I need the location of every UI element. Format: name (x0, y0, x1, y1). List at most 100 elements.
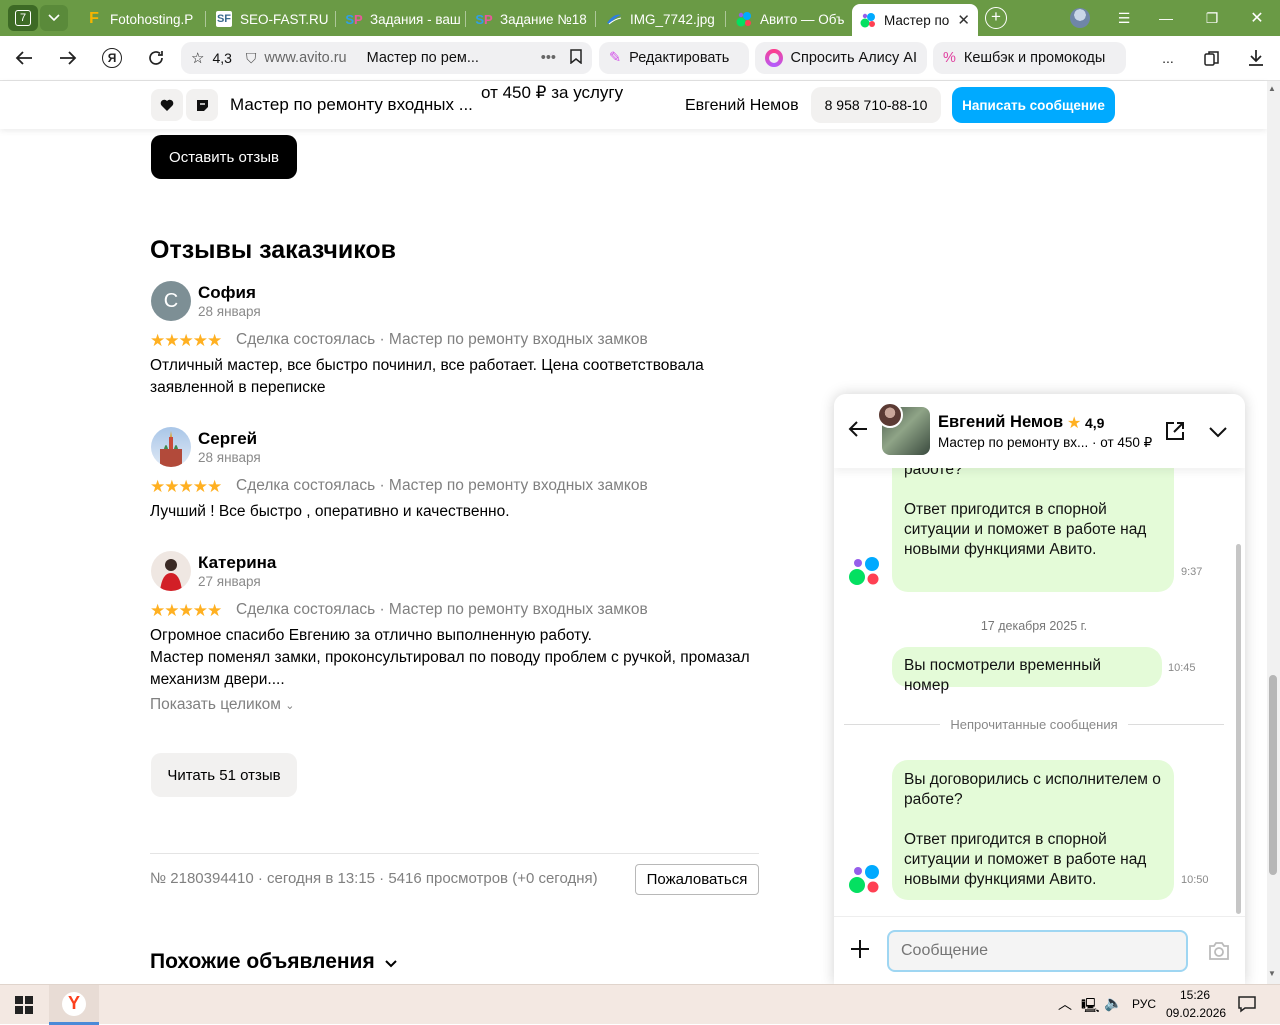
chat-back-icon[interactable] (848, 420, 872, 444)
tab-count-button[interactable]: 7 (8, 5, 38, 31)
forward-icon[interactable] (54, 44, 82, 72)
chat-seller-name[interactable]: Евгений Немов (938, 413, 1063, 432)
review-text: Лучший ! Все быстро , оперативно и качес… (150, 503, 510, 520)
more-dots-icon[interactable]: ••• (541, 50, 556, 66)
new-tab-button[interactable]: + (985, 7, 1007, 29)
message-time: 10:50 (1181, 874, 1209, 886)
page-scrollbar-thumb[interactable] (1269, 675, 1277, 875)
menu-icon[interactable]: ☰ (1112, 6, 1136, 30)
percent-icon: % (943, 50, 956, 66)
volume-icon[interactable]: 🔈 (1104, 994, 1123, 1012)
tab-list-button[interactable] (40, 5, 68, 31)
tab-fotohosting[interactable]: F Fotohosting.P (78, 6, 202, 32)
tab-master-active[interactable]: Мастер по ✕ (852, 4, 978, 36)
tab-zadaniya[interactable]: SP Задания - ваш (338, 6, 462, 32)
tab-img-7742[interactable]: IMG_7742.jpg (598, 6, 722, 32)
collections-icon[interactable] (1198, 44, 1226, 72)
avito-logo-icon (849, 557, 879, 585)
site-rating: 4,3 (212, 50, 232, 66)
language-indicator[interactable]: РУС (1132, 997, 1156, 1011)
sticky-listing-header: Мастер по ремонту входных ... от 450 ₽ з… (0, 81, 1267, 129)
chat-input-area (834, 916, 1245, 984)
write-message-button[interactable]: Написать сообщение (952, 87, 1115, 123)
ask-alice-button[interactable]: Спросить Алису AI (755, 42, 927, 74)
chat-listing-subtitle[interactable]: Мастер по ремонту вх... (938, 435, 1088, 450)
rating-stars: ★★★★★ (150, 477, 222, 496)
download-icon[interactable] (1242, 44, 1270, 72)
show-full-link[interactable]: Показать целиком ⌄ (150, 696, 294, 714)
alice-icon (765, 49, 783, 67)
review-meta: Сделка состоялась · Мастер по ремонту вх… (236, 477, 648, 494)
notifications-icon[interactable] (1238, 995, 1256, 1013)
scroll-down-arrow[interactable]: ▼ (1268, 969, 1276, 978)
bookmark-icon[interactable] (570, 48, 582, 68)
reviews-title: Отзывы заказчиков (150, 236, 397, 264)
rating-stars: ★★★★★ (150, 331, 222, 350)
close-window-icon[interactable]: ✕ (1245, 6, 1269, 30)
message-input[interactable] (887, 930, 1188, 972)
tab-zadanie-18[interactable]: SP Задание №18 (468, 6, 592, 32)
unread-label: Непрочитанные сообщения (834, 716, 1234, 734)
restore-icon[interactable]: ❐ (1200, 6, 1224, 30)
address-bar[interactable]: ☆ 4,3 ⛉ www.avito.ru Мастер по рем... ••… (181, 42, 592, 74)
close-tab-icon[interactable]: ✕ (957, 11, 970, 29)
divider (150, 853, 759, 854)
browser-tab-strip: 7 F Fotohosting.P SF SEO-FAST.RU SP Зада… (0, 0, 1280, 36)
windows-start-icon[interactable] (15, 996, 33, 1014)
attach-plus-icon[interactable] (850, 939, 870, 959)
chat-seller-rating: 4,9 (1085, 415, 1105, 431)
sticky-title: Мастер по ремонту входных ... (230, 95, 473, 114)
show-phone-button[interactable]: 8 958 710-88-10 (811, 87, 941, 123)
network-icon[interactable]: 🖳 (1081, 995, 1100, 1019)
clock-date[interactable]: 09.02.2026 (1166, 1006, 1226, 1020)
leave-review-button[interactable]: Оставить отзыв (151, 135, 297, 179)
scroll-up-arrow[interactable]: ▲ (1268, 84, 1276, 93)
yandex-browser-icon: Y (62, 991, 86, 1016)
more-extensions-button[interactable]: ... (1154, 44, 1182, 72)
review-text: Огромное спасибо Евгению за отлично выпо… (150, 627, 592, 644)
system-message: Вы договорились с исполнителем о работе?… (892, 441, 1174, 592)
seofast-favicon: SF (216, 11, 232, 27)
review-meta: Сделка состоялась · Мастер по ремонту вх… (236, 601, 648, 618)
cashback-button[interactable]: % Кешбэк и промокоды (933, 42, 1126, 74)
system-message: Вы договорились с исполнителем о работе?… (892, 760, 1174, 900)
read-all-reviews-button[interactable]: Читать 51 отзыв (151, 753, 297, 797)
report-button[interactable]: Пожаловаться (635, 864, 759, 895)
review-meta: Сделка состоялась · Мастер по ремонту вх… (236, 331, 648, 348)
review-date: 27 января (198, 574, 261, 589)
note-button[interactable] (186, 89, 218, 121)
similar-listings-title[interactable]: Похожие объявления (150, 950, 397, 974)
avatar (151, 427, 191, 467)
clock-time[interactable]: 15:26 (1180, 988, 1210, 1002)
camera-icon[interactable] (1207, 941, 1231, 961)
back-icon[interactable] (10, 44, 38, 72)
chat-header: Евгений Немов ★ 4,9 Мастер по ремонту вх… (834, 394, 1245, 468)
avatar (151, 551, 191, 591)
minimize-icon[interactable]: — (1154, 6, 1178, 30)
yandex-icon[interactable]: Я (98, 44, 126, 72)
tray-expand-icon[interactable]: ︿ (1058, 994, 1072, 1014)
tab-seofast[interactable]: SF SEO-FAST.RU (208, 6, 332, 32)
reviewer-name: Катерина (198, 553, 277, 572)
fotohosting-favicon: F (89, 10, 99, 27)
collapse-chat-icon[interactable] (1209, 425, 1229, 439)
sticky-price: от 450 ₽ за услугу (481, 83, 624, 102)
profile-avatar[interactable] (1070, 8, 1090, 28)
pen-icon: ✎ (609, 50, 622, 66)
star-icon: ☆ (191, 50, 205, 67)
rating-stars: ★★★★★ (150, 601, 222, 620)
favorite-button[interactable] (151, 89, 183, 121)
avito-favicon (736, 11, 752, 27)
star-icon: ★ (1067, 415, 1082, 432)
chat-listing-price: · от 450 ₽ (1092, 435, 1153, 450)
tab-avito-obyavleniya[interactable]: Авито — Объ (728, 6, 852, 32)
open-external-icon[interactable] (1165, 421, 1185, 441)
reload-icon[interactable] (142, 44, 170, 72)
reviewer-name: София (198, 283, 256, 302)
yandex-browser-taskbar-button[interactable]: Y (49, 985, 99, 1025)
edit-button[interactable]: ✎ Редактировать (599, 42, 749, 74)
chevron-down-icon: ⌄ (285, 700, 295, 712)
chevron-down-icon (384, 960, 397, 968)
sticky-seller-name[interactable]: Евгений Немов (685, 97, 799, 115)
chat-scrollbar[interactable] (1236, 544, 1241, 914)
